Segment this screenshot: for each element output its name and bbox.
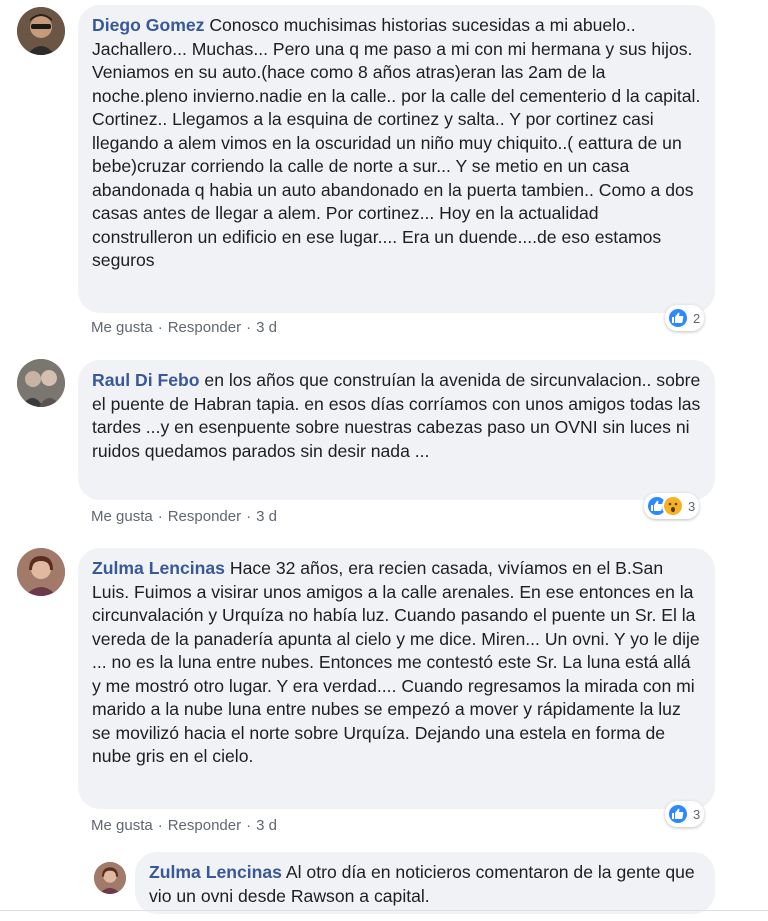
comment-author-link[interactable]: Zulma Lencinas — [149, 862, 282, 882]
comment-text: Hace 32 años, era recien casada, vivíamo… — [92, 558, 700, 766]
profile-photo-icon — [17, 7, 65, 55]
comment-bubble: Zulma Lencinas Hace 32 años, era recien … — [78, 548, 715, 809]
avatar-zulma-lencinas-reply[interactable] — [94, 862, 126, 894]
comment-bubble: Diego Gomez Conosco muchisimas historias… — [78, 5, 715, 313]
like-button[interactable]: Me gusta — [91, 817, 153, 834]
like-button[interactable]: Me gusta — [91, 508, 153, 525]
reaction-count: 3 — [693, 806, 701, 822]
comment-bubble: Raul Di Febo en los años que construían … — [78, 360, 715, 500]
comment-author-link[interactable]: Zulma Lencinas — [92, 558, 225, 578]
like-button[interactable]: Me gusta — [91, 319, 153, 336]
comment-actions: Me gusta · Responder · 3 d — [91, 817, 277, 834]
reply-button[interactable]: Responder — [168, 319, 241, 336]
timestamp[interactable]: 3 d — [256, 508, 277, 525]
profile-photo-icon — [17, 359, 65, 407]
comment-actions: Me gusta · Responder · 3 d — [91, 319, 277, 336]
comment-author-link[interactable]: Raul Di Febo — [92, 370, 200, 390]
avatar-zulma-lencinas[interactable] — [17, 548, 65, 596]
reply-button[interactable]: Responder — [168, 508, 241, 525]
reaction-count: 3 — [688, 498, 696, 514]
timestamp[interactable]: 3 d — [256, 817, 277, 834]
reaction-count: 2 — [693, 310, 701, 326]
separator: · — [246, 319, 252, 336]
separator: · — [157, 508, 163, 525]
avatar-diego-gomez[interactable] — [17, 7, 65, 55]
separator: · — [157, 319, 163, 336]
separator: · — [246, 817, 252, 834]
divider — [0, 910, 768, 911]
reply-bubble: Zulma Lencinas Al otro día en noticieros… — [135, 852, 715, 914]
reply-button[interactable]: Responder — [168, 817, 241, 834]
comment-author-link[interactable]: Diego Gomez — [92, 15, 204, 35]
profile-photo-icon — [94, 862, 126, 894]
separator: · — [157, 817, 163, 834]
avatar-raul-di-febo[interactable] — [17, 359, 65, 407]
profile-photo-icon — [17, 548, 65, 596]
wow-reaction-icon — [662, 495, 684, 517]
like-reaction-icon — [667, 803, 689, 825]
reaction-summary[interactable]: 3 — [665, 801, 705, 827]
reaction-summary[interactable]: 2 — [665, 305, 705, 331]
like-reaction-icon — [667, 307, 689, 329]
separator: · — [246, 508, 252, 525]
comment-text: Conosco muchisimas historias sucesidas a… — [92, 15, 701, 270]
comment-actions: Me gusta · Responder · 3 d — [91, 508, 277, 525]
reaction-summary[interactable]: 3 — [644, 493, 700, 519]
timestamp[interactable]: 3 d — [256, 319, 277, 336]
